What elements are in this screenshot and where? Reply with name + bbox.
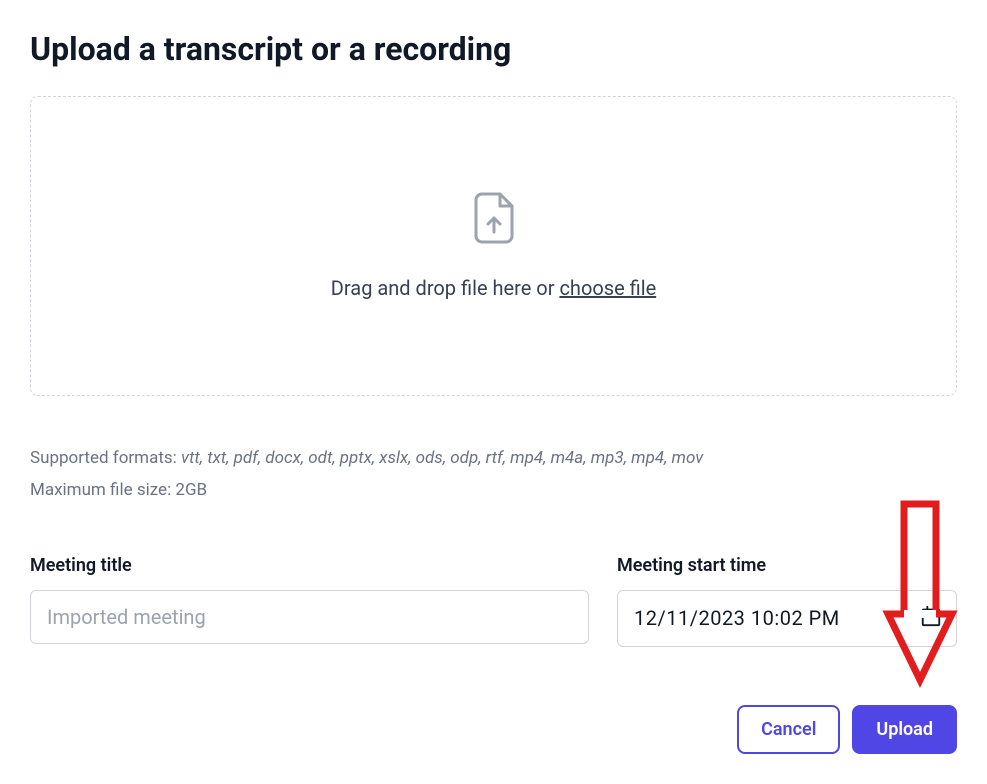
dropzone-text: Drag and drop file here or choose file: [331, 276, 656, 300]
dropzone-prefix: Drag and drop file here or: [331, 276, 560, 300]
max-size-line: Maximum file size: 2GB: [30, 474, 957, 506]
datetime-input[interactable]: [634, 606, 920, 630]
file-dropzone[interactable]: Drag and drop file here or choose file: [30, 96, 957, 396]
info-text-block: Supported formats: vtt, txt, pdf, docx, …: [30, 442, 957, 507]
cancel-button[interactable]: Cancel: [737, 705, 840, 754]
meeting-title-input[interactable]: [30, 590, 589, 644]
calendar-icon[interactable]: [920, 605, 942, 631]
formats-list: vtt, txt, pdf, docx, odt, pptx, xslx, od…: [181, 448, 703, 468]
upload-button[interactable]: Upload: [852, 705, 957, 754]
datetime-wrapper[interactable]: [617, 590, 957, 647]
form-row: Meeting title Meeting start time: [30, 555, 957, 647]
max-size-label: Maximum file size:: [30, 480, 175, 500]
meeting-title-label: Meeting title: [30, 555, 589, 576]
page-title: Upload a transcript or a recording: [30, 30, 957, 68]
meeting-start-time-label: Meeting start time: [617, 555, 957, 576]
choose-file-link[interactable]: choose file: [559, 276, 656, 300]
button-row: Cancel Upload: [30, 705, 957, 754]
meeting-title-field: Meeting title: [30, 555, 589, 647]
meeting-start-time-field: Meeting start time: [617, 555, 957, 647]
file-upload-icon: [472, 192, 516, 248]
formats-line: Supported formats: vtt, txt, pdf, docx, …: [30, 442, 957, 474]
max-size-value: 2GB: [175, 480, 207, 500]
formats-label: Supported formats:: [30, 448, 181, 468]
